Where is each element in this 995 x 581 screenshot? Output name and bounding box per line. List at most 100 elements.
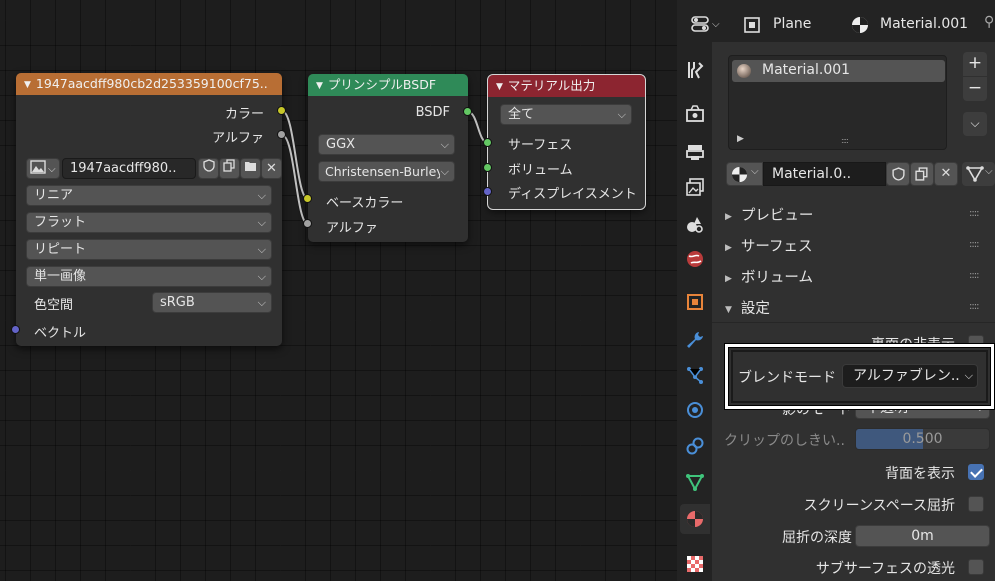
drag-grip-icon[interactable]: :::: xyxy=(969,301,980,312)
tab-world[interactable] xyxy=(680,244,710,274)
panel-surface[interactable]: ▶ サーフェス :::: xyxy=(712,231,995,259)
blend-mode-label: ブレンドモード xyxy=(738,370,836,386)
list-expand-triangle-icon[interactable]: ▶ xyxy=(737,134,744,144)
tab-constraints[interactable] xyxy=(680,431,710,461)
chevron-down-icon: ⌵ xyxy=(257,270,266,283)
distribution-dropdown[interactable]: GGX ⌵ xyxy=(318,134,455,155)
input-vector-label: ベクトル xyxy=(34,326,87,341)
collapse-triangle-icon[interactable]: ▼ xyxy=(496,82,503,92)
drag-grip-icon[interactable]: :::: xyxy=(969,239,980,250)
material-output-node[interactable]: ▼ マテリアル出力 全て ⌵ サーフェス ボリューム ディスプレイスメント xyxy=(487,74,646,210)
chevron-down-icon: ⌵ xyxy=(440,138,449,151)
unlink-close-icon[interactable]: ✕ xyxy=(261,158,282,179)
source-dropdown[interactable]: 単一画像 ⌵ xyxy=(26,266,272,287)
panel-volume[interactable]: ▶ ボリューム :::: xyxy=(712,262,995,290)
properties-header: ⌵ Plane Material.001 ⚲ xyxy=(677,0,995,42)
image-name-field[interactable]: 1947aacdff980.. xyxy=(62,158,196,179)
subsurface-translucency-checkbox[interactable] xyxy=(968,559,984,575)
blend-mode-dropdown[interactable]: アルファブレン.. ⌵ xyxy=(842,364,978,388)
editor-type-button[interactable]: ⌵ xyxy=(691,13,725,35)
duplicate-icon[interactable] xyxy=(219,158,240,179)
node-link-menu-button[interactable]: ⌵ xyxy=(962,162,995,186)
socket-vector-input[interactable] xyxy=(11,325,20,334)
interpolation-dropdown[interactable]: リニア ⌵ xyxy=(26,185,272,206)
screen-space-refraction-label: スクリーンスペース屈折 xyxy=(803,498,955,514)
render-camera-icon xyxy=(686,105,704,122)
principled-bsdf-node[interactable]: ▼ プリンシプルBSDF BSDF GGX ⌵ Christensen-Burley… xyxy=(308,74,468,242)
socket-color-output[interactable] xyxy=(277,106,286,115)
socket-alpha-input[interactable] xyxy=(303,219,312,228)
pin-icon[interactable]: ⚲ xyxy=(984,14,994,30)
material-output-title: マテリアル出力 xyxy=(507,78,596,93)
screen-space-refraction-checkbox[interactable] xyxy=(968,496,984,512)
tab-view-layer[interactable] xyxy=(680,172,710,202)
object-square-icon xyxy=(744,17,760,33)
mesh-data-icon xyxy=(686,474,704,492)
slot-specials-button[interactable]: ⌵ xyxy=(963,112,987,136)
socket-alpha-output[interactable] xyxy=(277,130,286,139)
node-editor[interactable]: ▼ 1947aacdff980cb2d253359100cf75.. カラー アル… xyxy=(0,0,677,581)
tab-modifiers[interactable] xyxy=(680,325,710,355)
constraints-icon xyxy=(686,437,704,455)
tab-material[interactable] xyxy=(680,504,710,534)
panel-settings[interactable]: ▼ 設定 :::: xyxy=(712,293,995,321)
tab-output[interactable] xyxy=(680,137,710,167)
remove-slot-button[interactable]: − xyxy=(963,77,987,101)
socket-displacement-input[interactable] xyxy=(483,187,492,196)
material-name[interactable]: Material.001 xyxy=(880,16,968,32)
unlink-material-close-icon[interactable]: ✕ xyxy=(934,162,958,186)
socket-surface-input[interactable] xyxy=(483,138,492,147)
list-resize-grip-icon[interactable]: :::: xyxy=(841,136,849,145)
object-name[interactable]: Plane xyxy=(773,16,811,32)
expand-triangle-icon: ▶ xyxy=(725,212,732,222)
material-output-node-header[interactable]: ▼ マテリアル出力 xyxy=(488,75,645,97)
open-folder-icon[interactable] xyxy=(240,158,261,179)
subsurface-method-dropdown[interactable]: Christensen-Burley ⌵ xyxy=(318,161,455,182)
principled-bsdf-node-header[interactable]: ▼ プリンシプルBSDF xyxy=(308,74,468,96)
tab-physics[interactable] xyxy=(680,395,710,425)
chevron-down-icon: ⌵ xyxy=(257,189,266,202)
wrench-icon xyxy=(687,332,703,348)
extension-dropdown[interactable]: リピート ⌵ xyxy=(26,239,272,260)
refraction-depth-field[interactable]: 0m xyxy=(855,525,990,547)
colorspace-dropdown[interactable]: sRGB ⌵ xyxy=(152,292,272,313)
object-icon xyxy=(687,294,703,310)
show-backface-checkbox[interactable] xyxy=(968,464,984,480)
panel-preview[interactable]: ▶ プレビュー :::: xyxy=(712,200,995,228)
tab-render[interactable] xyxy=(680,99,710,129)
tab-texture[interactable] xyxy=(680,549,710,579)
clip-threshold-slider[interactable]: 0.500 xyxy=(855,428,990,450)
fake-user-shield-icon[interactable] xyxy=(886,162,910,186)
image-browse-button[interactable]: ⌵ xyxy=(26,158,60,179)
socket-volume-input[interactable] xyxy=(483,163,492,172)
socket-base-color-input[interactable] xyxy=(303,194,312,203)
image-icon xyxy=(30,160,46,174)
material-slot-list[interactable]: Material.001 ▶ :::: xyxy=(728,55,947,150)
drag-grip-icon[interactable]: :::: xyxy=(969,270,980,281)
collapse-triangle-icon[interactable]: ▼ xyxy=(316,81,323,91)
fake-user-shield-icon[interactable] xyxy=(198,158,219,179)
socket-bsdf-output[interactable] xyxy=(463,107,472,116)
tab-object[interactable] xyxy=(680,287,710,317)
properties-tabs xyxy=(677,42,712,581)
properties-editor: ⌵ Plane Material.001 ⚲ Material.001 ▶::… xyxy=(677,0,995,581)
target-dropdown[interactable]: 全て ⌵ xyxy=(500,104,632,125)
material-browse-button[interactable]: ⌵ xyxy=(726,162,763,186)
add-slot-button[interactable]: + xyxy=(963,52,987,76)
collapse-triangle-icon[interactable]: ▼ xyxy=(24,80,31,90)
input-displacement-label: ディスプレイスメント xyxy=(508,187,637,202)
tab-scene[interactable] xyxy=(680,209,710,239)
tab-particles[interactable] xyxy=(680,360,710,390)
drag-grip-icon[interactable]: :::: xyxy=(969,208,980,219)
duplicate-material-icon[interactable] xyxy=(910,162,934,186)
material-slot-item[interactable]: Material.001 xyxy=(732,60,945,82)
chevron-down-icon: ⌵ xyxy=(712,18,720,30)
tab-tool[interactable] xyxy=(680,55,710,85)
image-texture-node[interactable]: ▼ 1947aacdff980cb2d253359100cf75.. カラー アル… xyxy=(16,73,282,346)
collapse-triangle-icon: ▼ xyxy=(725,305,732,315)
projection-dropdown[interactable]: フラット ⌵ xyxy=(26,212,272,233)
image-texture-node-header[interactable]: ▼ 1947aacdff980cb2d253359100cf75.. xyxy=(16,73,282,95)
tab-data[interactable] xyxy=(680,467,710,497)
material-name-field[interactable]: Material.0.. xyxy=(763,162,886,186)
output-bsdf-label: BSDF xyxy=(415,105,450,120)
